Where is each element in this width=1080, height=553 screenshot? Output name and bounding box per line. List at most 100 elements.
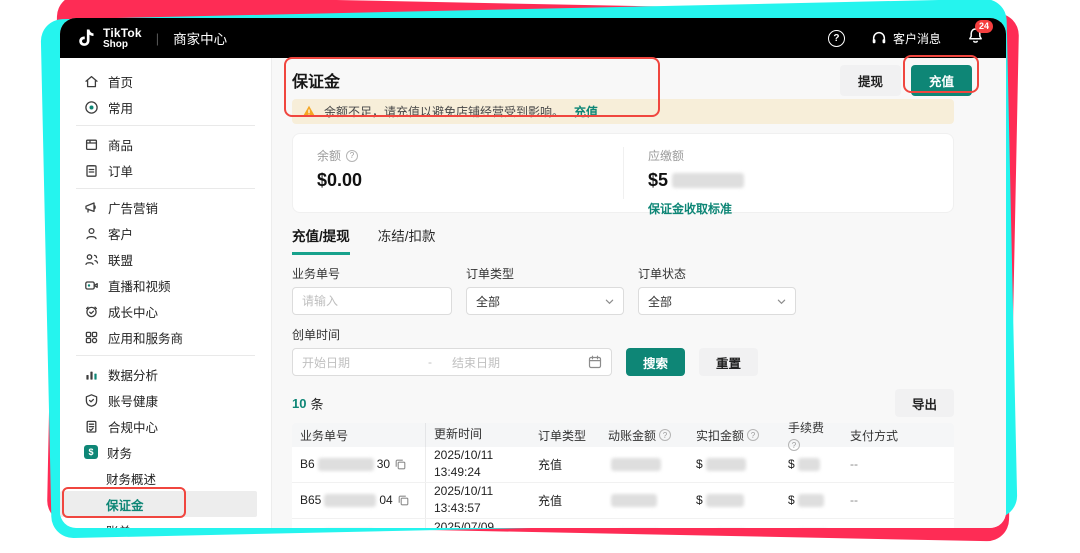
- sidebar-item-apps[interactable]: 应用和服务商: [60, 324, 271, 350]
- balance-card: 余额 ? $0.00 应缴额 $5 保证金收取标准: [292, 133, 954, 216]
- sidebar-divider: [76, 355, 255, 356]
- warning-text: 余额不足，请充值以避免店铺经营受到影响。: [324, 105, 565, 119]
- info-icon[interactable]: ?: [346, 149, 359, 162]
- sidebar-item-home[interactable]: 首页: [60, 68, 271, 94]
- info-icon[interactable]: ?: [788, 439, 800, 451]
- col-label: 手续费: [788, 421, 825, 435]
- sidebar-item-growth[interactable]: 成长中心: [60, 298, 271, 324]
- sidebar-item-affiliate[interactable]: 联盟: [60, 246, 271, 272]
- sidebar-divider: [76, 125, 255, 126]
- withdraw-button[interactable]: 提现: [839, 64, 901, 96]
- order-status-select[interactable]: 全部: [638, 287, 796, 315]
- page-title: 保证金: [292, 74, 341, 91]
- cell-update-time: 2025/10/11 13:49:24: [434, 448, 494, 480]
- home-icon: [85, 75, 98, 87]
- sidebar-item-account-health[interactable]: 账号健康: [60, 387, 271, 413]
- redacted-value: [705, 493, 744, 507]
- sidebar-item-label: 客户: [108, 227, 134, 242]
- cell-transaction-amount: [600, 493, 688, 507]
- amount-due-column: 应缴额 $5 保证金收取标准: [623, 147, 953, 216]
- deposit-standard-link[interactable]: 保证金收取标准: [648, 200, 929, 217]
- redacted-value: [797, 457, 820, 471]
- result-count-unit: 条: [310, 396, 324, 412]
- sidebar-item-finance-overview[interactable]: 财务概述: [60, 465, 271, 491]
- date-separator: -: [428, 355, 433, 369]
- finance-dollar-icon: $: [84, 445, 98, 459]
- sidebar-item-label: 财务概述: [106, 472, 157, 487]
- sidebar-item-analytics[interactable]: 数据分析: [60, 361, 271, 387]
- col-label: 实扣金额: [696, 428, 745, 443]
- notifications-button[interactable]: 24: [967, 20, 994, 49]
- customer-icon: [86, 227, 97, 239]
- col-order-no: 业务单号: [292, 423, 426, 447]
- date-range-input[interactable]: 开始日期 - 结束日期: [292, 348, 612, 376]
- app-name: 商家中心: [173, 32, 228, 47]
- sidebar-item-live-video[interactable]: 直播和视频: [60, 272, 271, 298]
- date-start-placeholder: 开始日期: [302, 355, 351, 370]
- redacted-value: [705, 457, 746, 471]
- order-no-prefix: B65: [300, 493, 322, 508]
- logo-text: TikTok Shop: [103, 27, 142, 50]
- col-order-type: 订单类型: [538, 428, 587, 443]
- export-button[interactable]: 导出: [894, 389, 954, 417]
- filter-order-type: 订单类型 全部: [466, 265, 624, 315]
- table-header: 业务单号 更新时间 订单类型 动账金额 ? 实扣金额 ? 手续费 ? 支付方式: [292, 421, 954, 451]
- col-fee: 手续费 ?: [780, 419, 842, 451]
- info-icon[interactable]: ?: [659, 429, 672, 441]
- result-count-row: 10 条 导出: [292, 389, 954, 417]
- sidebar-item-label: 数据分析: [108, 368, 159, 383]
- tab-recharge-withdraw[interactable]: 充值/提现: [292, 225, 350, 255]
- megaphone-icon: [85, 201, 96, 213]
- affiliate-icon: [85, 253, 99, 265]
- recharge-button[interactable]: 充值: [910, 64, 972, 96]
- redacted-value: [611, 457, 661, 471]
- balance-label-row: 余额 ?: [317, 147, 599, 164]
- sidebar-item-label: 账号健康: [108, 394, 159, 409]
- reset-button[interactable]: 重置: [699, 348, 759, 376]
- sidebar-item-bills[interactable]: 账单: [60, 517, 271, 529]
- sidebar-item-compliance[interactable]: 合规中心: [60, 413, 271, 439]
- amount-prefix: $: [788, 457, 795, 472]
- tiktok-shop-logo[interactable]: TikTok Shop: [76, 27, 142, 50]
- notification-badge: 24: [975, 20, 994, 33]
- app-window: TikTok Shop | 商家中心 ? 客户消息 24 首页 常用 商品 订单…: [60, 18, 1006, 528]
- content-section: 余额不足，请充值以避免店铺经营受到影响。 充值 余额 ? $0.00 应缴额 $…: [292, 99, 954, 528]
- copy-icon[interactable]: [398, 495, 409, 506]
- sidebar-item-products[interactable]: 商品: [60, 131, 271, 157]
- tab-freeze-deduct[interactable]: 冻结/扣款: [378, 225, 436, 255]
- warning-recharge-link[interactable]: 充值: [574, 103, 598, 120]
- order-status-value: 全部: [648, 294, 673, 309]
- sidebar-item-deposit[interactable]: 保证金: [60, 491, 257, 517]
- amount-due-label-row: 应缴额: [648, 147, 929, 164]
- clipboard-icon: [86, 164, 97, 177]
- info-icon[interactable]: ?: [747, 429, 760, 441]
- shield-icon: [85, 393, 98, 407]
- amount-due-label: 应缴额: [648, 149, 685, 163]
- balance-label: 余额: [317, 149, 342, 163]
- result-count: 10: [292, 395, 307, 411]
- top-header: TikTok Shop | 商家中心 ? 客户消息 24: [60, 18, 1006, 58]
- cell-order-no: B65 72: [292, 518, 426, 528]
- amount-prefix: $: [788, 493, 795, 508]
- search-button[interactable]: 搜索: [626, 348, 686, 376]
- order-type-value: 全部: [476, 294, 501, 309]
- order-type-select[interactable]: 全部: [466, 287, 624, 315]
- copy-icon[interactable]: [395, 459, 406, 470]
- table-row: B65 72 2025/07/09 04:20:48 充值 $: [292, 518, 954, 528]
- sidebar-item-label: 保证金: [106, 498, 144, 513]
- cell-fee: $: [780, 493, 842, 507]
- cell-payment-method: 个人支付宝: [842, 527, 954, 528]
- sidebar-item-frequent[interactable]: 常用: [60, 94, 271, 120]
- sidebar-item-orders[interactable]: 订单: [60, 157, 271, 183]
- sidebar-item-ads[interactable]: 广告营销: [60, 194, 271, 220]
- sidebar-item-label: 直播和视频: [108, 279, 171, 294]
- cell-payment-method: --: [850, 457, 858, 472]
- sidebar-item-customers[interactable]: 客户: [60, 220, 271, 246]
- sidebar-item-finance[interactable]: $ 财务: [60, 439, 271, 465]
- col-label: 动账金额: [608, 428, 657, 443]
- cell-order-type: 充值: [538, 493, 563, 508]
- customer-service-button[interactable]: 客户消息: [871, 30, 941, 47]
- order-no-input[interactable]: [292, 287, 452, 315]
- sidebar-item-label: 合规中心: [108, 420, 159, 435]
- help-icon[interactable]: ?: [827, 29, 845, 47]
